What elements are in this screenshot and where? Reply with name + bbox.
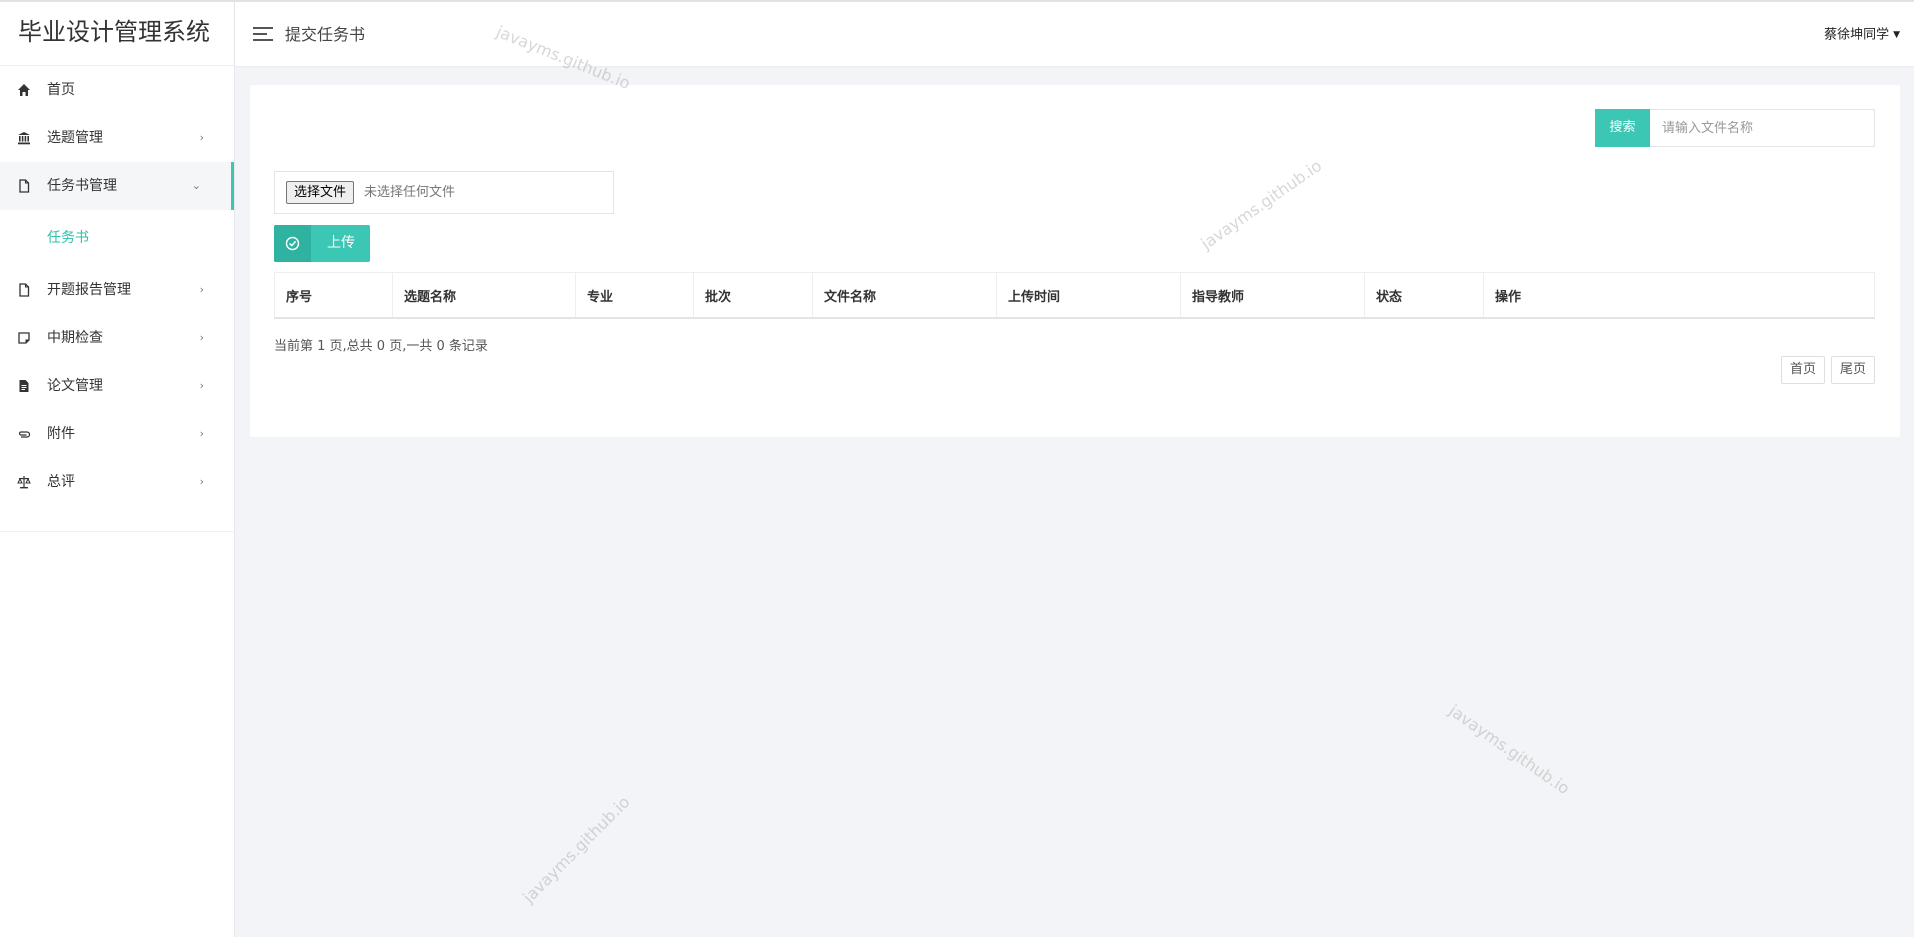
pagination: 首页 尾页 <box>1780 356 1875 384</box>
table-header-row: 序号 选题名称 专业 批次 文件名称 上传时间 指导教师 状态 操作 <box>274 272 1875 319</box>
watermark: javayms.github.io <box>1445 700 1574 799</box>
menu-toggle-icon[interactable] <box>253 27 273 41</box>
sidebar-item-thesis[interactable]: 论文管理 › <box>0 362 234 410</box>
scale-icon <box>17 476 31 489</box>
sidebar-subitem-assignment[interactable]: 任务书 <box>0 210 234 266</box>
column-header[interactable]: 批次 <box>693 272 813 319</box>
app-title: 毕业设计管理系统 <box>0 2 234 66</box>
column-header[interactable]: 状态 <box>1364 272 1484 319</box>
file-text-icon <box>19 380 29 392</box>
sidebar-item-label: 附件 <box>47 426 75 442</box>
user-name: 蔡徐坤同学 <box>1824 27 1890 43</box>
watermark: javayms.github.io <box>519 792 634 907</box>
sidebar-item-attachments[interactable]: 附件 › <box>0 410 234 458</box>
sticky-note-icon <box>18 332 30 344</box>
column-header[interactable]: 选题名称 <box>392 272 576 319</box>
upload-button-label: 上传 <box>327 235 355 251</box>
sidebar-item-label: 任务书管理 <box>47 178 117 194</box>
assignment-table: 序号 选题名称 专业 批次 文件名称 上传时间 指导教师 状态 操作 <box>274 272 1875 319</box>
user-menu[interactable]: 蔡徐坤同学 ▼ <box>1824 2 1900 69</box>
page-title: 提交任务书 <box>285 25 366 44</box>
sidebar-item-topics[interactable]: 选题管理 › <box>0 114 234 162</box>
column-header[interactable]: 专业 <box>575 272 694 319</box>
column-header[interactable]: 序号 <box>274 272 393 319</box>
sidebar-menu: 首页 选题管理 › 任务书管理 ⌄ 任务书 开题报告管理 › 中期检查 › 论文… <box>0 66 234 506</box>
search-button[interactable]: 搜索 <box>1595 109 1650 147</box>
chevron-right-icon: › <box>199 379 204 392</box>
file-icon <box>19 179 30 193</box>
sidebar-item-label: 选题管理 <box>47 130 103 146</box>
sidebar-item-midterm[interactable]: 中期检查 › <box>0 314 234 362</box>
file-picker: 选择文件 未选择任何文件 <box>274 171 614 214</box>
first-page-button[interactable]: 首页 <box>1780 356 1825 384</box>
chevron-right-icon: › <box>199 283 204 296</box>
search-box: 搜索 <box>1595 109 1875 147</box>
sidebar-item-label: 中期检查 <box>47 330 103 346</box>
last-page-button[interactable]: 尾页 <box>1830 356 1875 384</box>
paperclip-icon <box>18 431 31 438</box>
chevron-right-icon: › <box>199 131 204 144</box>
sidebar-item-assignment[interactable]: 任务书管理 ⌄ <box>0 162 234 210</box>
sidebar: 毕业设计管理系统 首页 选题管理 › 任务书管理 ⌄ 任务书 开题报告管理 › … <box>0 2 235 937</box>
top-header: 提交任务书 蔡徐坤同学 ▼ <box>235 2 1914 66</box>
chevron-right-icon: › <box>199 331 204 344</box>
sidebar-item-label: 首页 <box>47 82 75 98</box>
sidebar-item-label: 总评 <box>47 474 75 490</box>
chevron-down-icon: ⌄ <box>191 179 201 192</box>
home-icon <box>18 84 30 96</box>
chevron-right-icon: › <box>199 427 204 440</box>
file-status-text: 未选择任何文件 <box>364 185 456 200</box>
upload-button[interactable]: 上传 <box>274 225 370 262</box>
sidebar-item-evaluation[interactable]: 总评 › <box>0 458 234 506</box>
pagination-info: 当前第 1 页,总共 0 页,一共 0 条记录 <box>274 339 488 354</box>
sidebar-divider <box>0 531 234 532</box>
caret-down-icon: ▼ <box>1893 30 1900 40</box>
column-header[interactable]: 上传时间 <box>996 272 1181 319</box>
chevron-right-icon: › <box>199 475 204 488</box>
column-header[interactable]: 指导教师 <box>1180 272 1365 319</box>
sidebar-item-home[interactable]: 首页 <box>0 66 234 114</box>
choose-file-button[interactable]: 选择文件 <box>286 181 355 204</box>
search-input[interactable] <box>1650 110 1874 146</box>
check-circle-icon <box>274 225 311 262</box>
sidebar-item-proposal[interactable]: 开题报告管理 › <box>0 266 234 314</box>
sidebar-item-label: 开题报告管理 <box>47 282 131 298</box>
column-header[interactable]: 文件名称 <box>812 272 997 319</box>
file-icon <box>19 283 30 297</box>
sidebar-item-label: 论文管理 <box>47 378 103 394</box>
column-header[interactable]: 操作 <box>1483 272 1875 319</box>
bank-icon <box>18 132 30 145</box>
content-panel: 搜索 选择文件 未选择任何文件 上传 序号 选题名称 专业 批次 文件名称 上传… <box>250 85 1900 437</box>
